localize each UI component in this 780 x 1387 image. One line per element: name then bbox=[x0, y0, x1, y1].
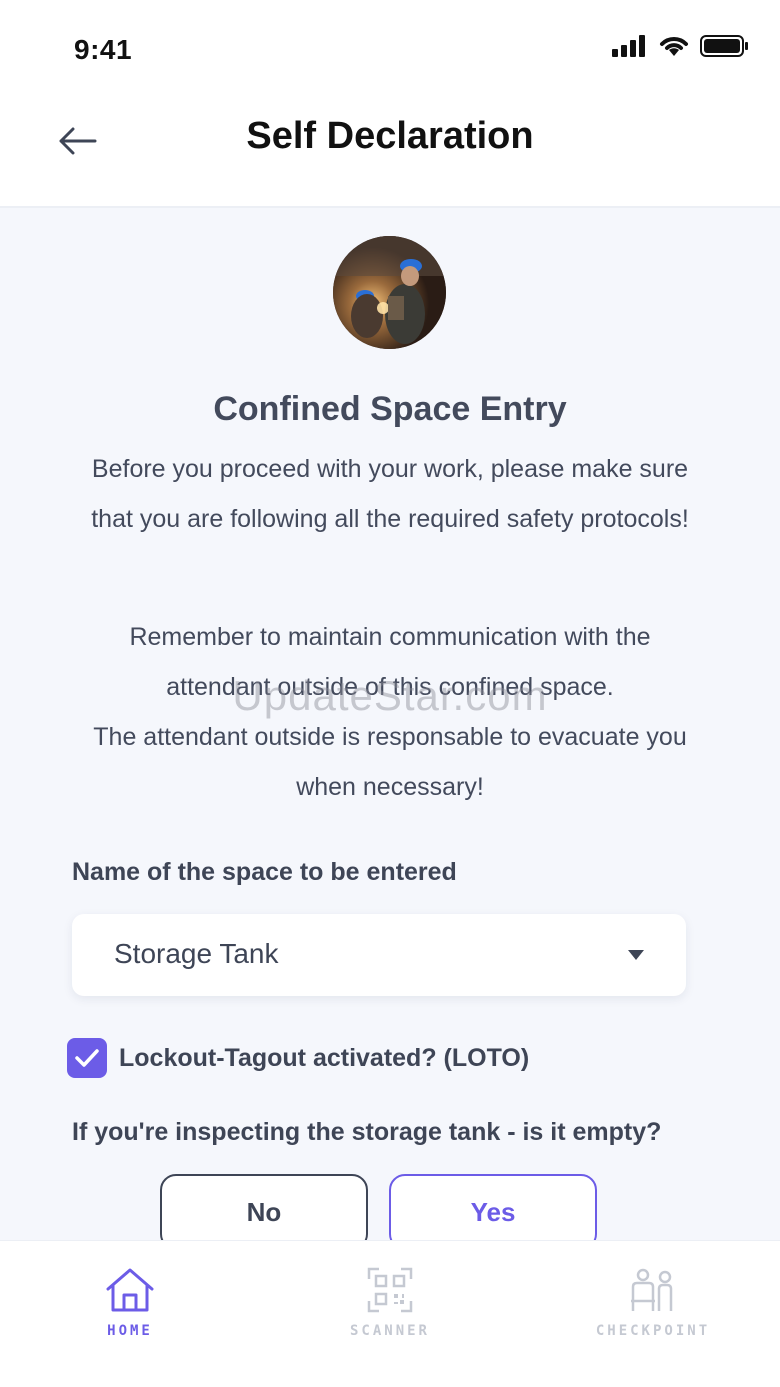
section-title: Confined Space Entry bbox=[213, 390, 567, 428]
status-bar: 9:41 bbox=[0, 0, 780, 95]
space-name-label: Name of the space to be entered bbox=[72, 858, 457, 886]
space-name-value: Storage Tank bbox=[114, 938, 279, 969]
loto-checkbox-row[interactable]: Lockout-Tagout activated? (LOTO) bbox=[67, 1038, 529, 1078]
tab-scanner[interactable]: SCANNER bbox=[310, 1267, 470, 1339]
caret-down-icon bbox=[628, 950, 644, 960]
tank-empty-question: If you're inspecting the storage tank - … bbox=[72, 1118, 662, 1146]
tab-checkpoint-label: CHECKPOINT bbox=[595, 1323, 711, 1339]
cellular-signal-icon bbox=[612, 35, 645, 57]
loto-label: Lockout-Tagout activated? (LOTO) bbox=[119, 1043, 530, 1072]
space-name-dropdown[interactable]: Storage Tank bbox=[72, 914, 686, 996]
reminder-evacuation: The attendant outside is responsable to … bbox=[93, 723, 687, 801]
tab-home-label: HOME bbox=[107, 1323, 153, 1339]
bottom-tab-bar: HOME SCANNER CHECKPOINT bbox=[0, 1240, 780, 1387]
reminder-text: Remember to maintain communication with … bbox=[80, 612, 700, 812]
workers-photo bbox=[333, 236, 446, 349]
wifi-icon bbox=[660, 37, 688, 56]
status-icons bbox=[612, 34, 750, 58]
intro-text: Before you proceed with your work, pleas… bbox=[91, 455, 689, 533]
status-time: 9:41 bbox=[74, 34, 133, 65]
reminder-communication: Remember to maintain communication with … bbox=[129, 623, 651, 701]
qr-code-icon bbox=[367, 1267, 413, 1313]
tab-home[interactable]: HOME bbox=[50, 1267, 210, 1339]
yes-button[interactable]: Yes bbox=[389, 1174, 597, 1250]
loto-checkbox[interactable] bbox=[67, 1038, 107, 1078]
checkmark-icon bbox=[75, 1049, 99, 1067]
people-icon bbox=[631, 1268, 673, 1311]
home-icon bbox=[106, 1268, 154, 1312]
tab-scanner-label: SCANNER bbox=[349, 1323, 430, 1339]
battery-icon bbox=[700, 35, 748, 57]
no-button[interactable]: No bbox=[160, 1174, 368, 1250]
page-title: Self Declaration bbox=[246, 115, 534, 157]
workers-avatar-image bbox=[333, 236, 446, 349]
header: Self Declaration bbox=[0, 95, 780, 208]
tab-checkpoint[interactable]: CHECKPOINT bbox=[573, 1267, 733, 1339]
